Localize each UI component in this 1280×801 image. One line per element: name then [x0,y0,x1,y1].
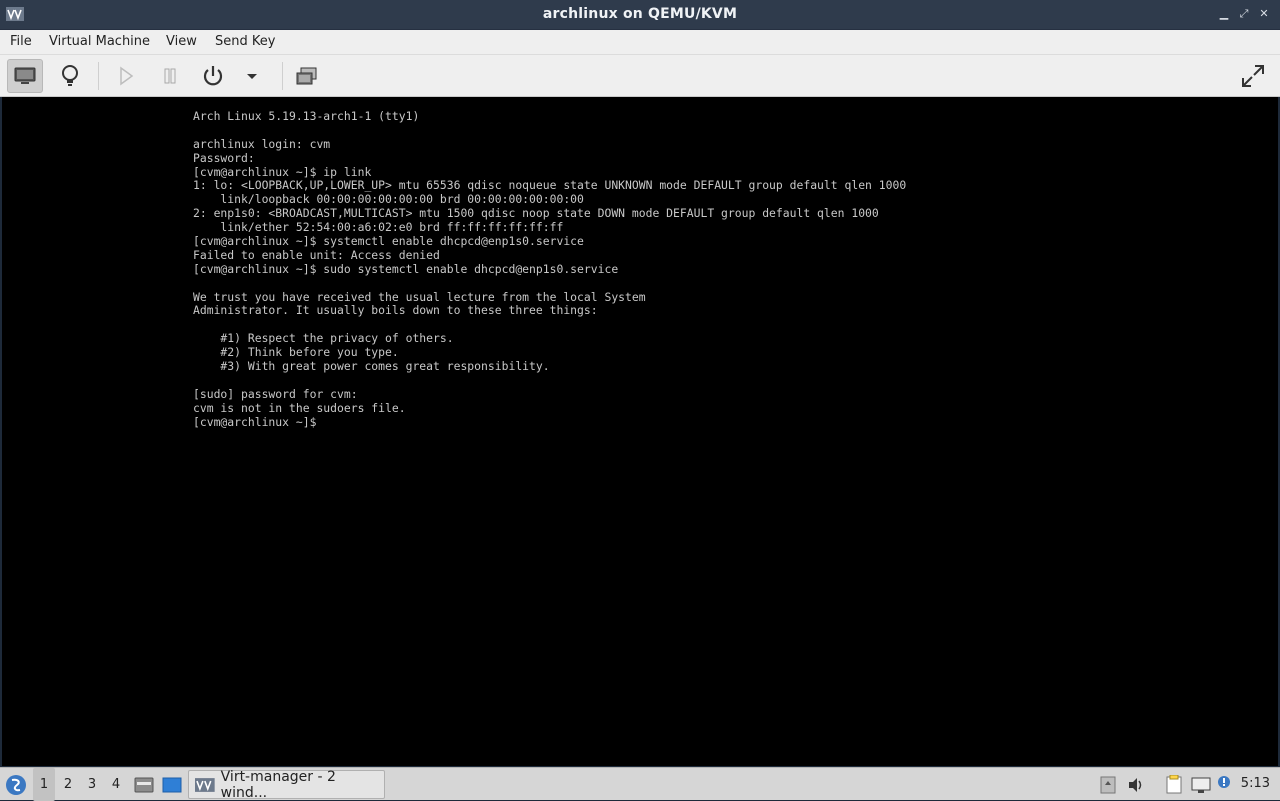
snapshots-icon [296,67,317,85]
workspace-4[interactable]: 4 [105,768,127,801]
shutdown-menu-button[interactable] [234,59,270,93]
terminal-line: #2) Think before you type. [193,345,399,360]
pause-button[interactable] [152,59,188,93]
terminal-line: [sudo] password for cvm: [193,386,358,401]
minimize-icon[interactable]: ▁ [1216,6,1232,22]
virt-manager-icon [195,777,215,792]
terminal-line: [cvm@archlinux ~]$ sudo systemctl enable… [193,261,619,276]
terminal-line: link/loopback 00:00:00:00:00:00 brd 00:0… [193,192,584,207]
workspace-2[interactable]: 2 [57,768,79,801]
terminal-line: archlinux login: cvm [193,136,331,151]
menu-view[interactable]: View [166,34,197,49]
toolbar-separator [98,62,99,90]
terminal-line: Arch Linux 5.19.13-arch1-1 (tty1) [193,109,420,123]
shutdown-button[interactable] [195,59,231,93]
dropdown-arrow-icon [247,74,257,79]
terminal-line: Administrator. It usually boils down to … [193,303,598,318]
title-bar: archlinux on QEMU/KVM ▁ ⤢ ✕ [0,0,1280,30]
file-manager-icon [134,777,154,792]
details-button[interactable] [52,59,88,93]
terminal-line: [cvm@archlinux ~]$ [193,414,317,429]
taskbar: 1 2 3 4 Virt-manager - 2 wind... 5:13 [0,767,1280,801]
file-manager-launcher[interactable] [132,768,156,801]
terminal-line: We trust you have received the usual lec… [193,289,646,304]
toolbar [0,55,1280,97]
tray-updates[interactable] [1215,768,1235,801]
workspace-3[interactable]: 3 [81,768,103,801]
volume-icon [1129,777,1142,792]
start-menu-icon [6,774,26,795]
console-icon [14,67,36,84]
lightbulb-icon [62,65,78,86]
notes-icon [1166,774,1182,793]
workspace-1[interactable]: 1 [33,768,55,801]
tray-clipboard[interactable] [1098,768,1118,801]
run-button[interactable] [108,59,144,93]
terminal-output: Arch Linux 5.19.13-arch1-1 (tty1) archlin… [193,109,907,429]
fullscreen-icon [1242,65,1264,87]
terminal-line: [cvm@archlinux ~]$ systemctl enable dhcp… [193,234,584,249]
terminal-line: [cvm@archlinux ~]$ ip link [193,164,372,179]
close-icon[interactable]: ✕ [1256,6,1272,22]
pause-icon [164,68,176,84]
vm-console[interactable]: Arch Linux 5.19.13-arch1-1 (tty1) archlin… [2,97,1278,766]
updates-icon [1218,775,1230,788]
menu-bar: File Virtual Machine View Send Key [0,30,1280,55]
network-icon [1191,777,1211,793]
menu-send-key[interactable]: Send Key [215,34,275,49]
maximize-icon[interactable]: ⤢ [1236,6,1252,22]
desktop-icon [162,777,182,792]
play-icon [120,66,134,86]
terminal-line: #3) With great power comes great respons… [193,359,550,374]
window-title: archlinux on QEMU/KVM [542,6,738,22]
menu-file[interactable]: File [10,34,32,49]
desktop-launcher[interactable] [160,768,184,801]
tray-volume[interactable] [1126,768,1146,801]
snapshots-button[interactable] [288,59,324,93]
task-virt-manager[interactable]: Virt-manager - 2 wind... [188,768,385,801]
console-view-button[interactable] [7,59,43,93]
fullscreen-button[interactable] [1235,59,1271,93]
terminal-line: 1: lo: <LOOPBACK,UP,LOWER_UP> mtu 65536 … [193,178,907,193]
terminal-line: Failed to enable unit: Access denied [193,247,440,262]
tray-network[interactable] [1190,768,1212,801]
toolbar-separator [282,62,283,90]
clock: 5:13 [1240,776,1270,791]
terminal-line: cvm is not in the sudoers file. [193,400,406,415]
terminal-line: 2: enp1s0: <BROADCAST,MULTICAST> mtu 150… [193,206,879,221]
start-menu-button[interactable] [4,768,28,801]
task-label: Virt-manager - 2 wind... [220,768,336,801]
power-icon [203,66,223,86]
terminal-line: link/ether 52:54:00:a6:02:e0 brd ff:ff:f… [193,220,564,235]
menu-virtual-machine[interactable]: Virtual Machine [49,34,150,49]
terminal-line: #1) Respect the privacy of others. [193,331,454,346]
clipboard-icon [1100,776,1116,793]
terminal-line: Password: [193,150,255,165]
tray-notes[interactable] [1163,768,1185,801]
